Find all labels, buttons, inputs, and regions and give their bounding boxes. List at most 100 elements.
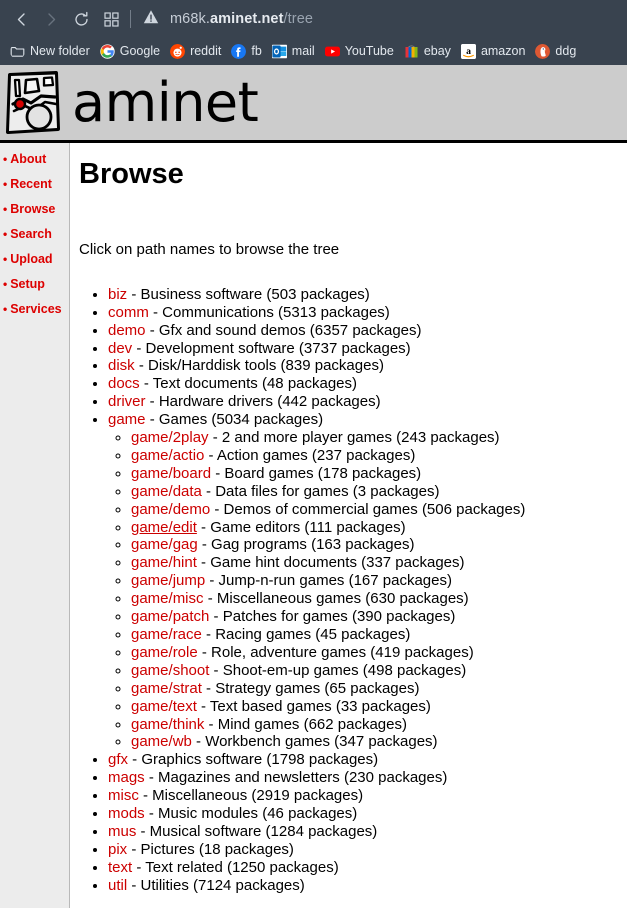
- tree-item: game/patch - Patches for games (390 pack…: [131, 608, 627, 626]
- bullet-icon: •: [3, 202, 8, 216]
- main-content: Browse Click on path names to browse the…: [70, 143, 627, 915]
- sidebar-item-browse[interactable]: • Browse: [3, 203, 69, 216]
- category-link-gfx[interactable]: gfx: [108, 751, 128, 768]
- category-link-pix[interactable]: pix: [108, 841, 127, 858]
- page-title: Browse: [79, 158, 184, 190]
- category-link-game-shoot[interactable]: game/shoot: [131, 662, 209, 679]
- category-description: - Gag programs (163 packages): [197, 536, 415, 554]
- site-logo-text[interactable]: aminet: [72, 75, 259, 130]
- tree-item: game/edit - Game editors (111 packages): [131, 519, 627, 537]
- category-link-game-strat[interactable]: game/strat: [131, 680, 202, 697]
- aminet-map-logo-icon[interactable]: [4, 70, 62, 135]
- category-link-game-misc[interactable]: game/misc: [131, 590, 204, 607]
- bookmark-reddit[interactable]: reddit: [166, 42, 227, 61]
- category-description: - Text based games (33 packages): [196, 697, 431, 715]
- site-security-button[interactable]: [138, 4, 164, 34]
- sidebar-item-search[interactable]: • Search: [3, 228, 69, 241]
- category-description: - Text related (1250 packages): [132, 858, 339, 876]
- category-link-mods[interactable]: mods: [108, 805, 145, 822]
- bullet-icon: •: [3, 152, 8, 166]
- category-link-game-actio[interactable]: game/actio: [131, 447, 204, 464]
- sidebar-item-about[interactable]: • About: [3, 153, 69, 166]
- category-link-game-data[interactable]: game/data: [131, 483, 202, 500]
- bookmark-ddg[interactable]: ddg: [531, 42, 582, 61]
- bookmark-label: Google: [119, 44, 161, 58]
- category-link-demo[interactable]: demo: [108, 322, 146, 339]
- category-link-docs[interactable]: docs: [108, 375, 140, 392]
- tree-item: game/actio - Action games (237 packages): [131, 447, 627, 465]
- category-link-game-think[interactable]: game/think: [131, 716, 204, 733]
- bookmark-new-folder[interactable]: New folder: [6, 42, 96, 61]
- sidebar-item-services[interactable]: • Services: [3, 303, 69, 316]
- bookmark-fb[interactable]: fb: [227, 42, 267, 61]
- category-link-mags[interactable]: mags: [108, 769, 145, 786]
- browser-chrome: m68k.aminet.net/tree New folder Google r…: [0, 0, 627, 65]
- forward-arrow-icon: [43, 11, 60, 28]
- category-description: - Development software (3737 packages): [132, 339, 411, 357]
- sidebar-item-recent[interactable]: • Recent: [3, 178, 69, 191]
- tree-item: game/strat - Strategy games (65 packages…: [131, 680, 627, 698]
- category-link-comm[interactable]: comm: [108, 304, 149, 321]
- address-bar[interactable]: m68k.aminet.net/tree: [164, 11, 313, 27]
- sidebar-item-label: About: [10, 152, 47, 166]
- category-link-text[interactable]: text: [108, 859, 132, 876]
- reload-button[interactable]: [66, 4, 96, 34]
- tree-item: docs - Text documents (48 packages): [108, 375, 627, 393]
- bullet-icon: •: [3, 252, 8, 266]
- category-link-game-board[interactable]: game/board: [131, 465, 211, 482]
- category-link-disk[interactable]: disk: [108, 357, 135, 374]
- category-description: - Jump-n-run games (167 packages): [205, 572, 452, 590]
- tree-item: game/gag - Gag programs (163 packages): [131, 536, 627, 554]
- bullet-icon: •: [3, 227, 8, 241]
- apps-grid-button[interactable]: [96, 4, 126, 34]
- url-host: aminet.net: [210, 11, 284, 27]
- category-description: - Workbench games (347 packages): [191, 733, 438, 751]
- bookmark-ebay[interactable]: ebay: [400, 42, 457, 61]
- category-description: - Miscellaneous (2919 packages): [138, 787, 364, 805]
- sidebar-item-label: Browse: [10, 202, 56, 216]
- category-link-dev[interactable]: dev: [108, 340, 132, 357]
- not-secure-warning-icon: [142, 8, 160, 31]
- tree-item: game/shoot - Shoot-em-up games (498 pack…: [131, 662, 627, 680]
- category-link-game[interactable]: game: [108, 411, 146, 428]
- category-link-game-2play[interactable]: game/2play: [131, 429, 209, 446]
- sidebar-item-label: Recent: [10, 177, 52, 191]
- tree-item: game/hint - Game hint documents (337 pac…: [131, 554, 627, 572]
- category-link-game-jump[interactable]: game/jump: [131, 572, 205, 589]
- category-link-mus[interactable]: mus: [108, 823, 136, 840]
- category-description: - Role, adventure games (419 packages): [197, 643, 474, 661]
- category-description: - Magazines and newsletters (230 package…: [144, 769, 448, 787]
- category-link-util[interactable]: util: [108, 877, 127, 894]
- bookmark-amazon[interactable]: a amazon: [457, 42, 531, 61]
- bullet-icon: •: [3, 302, 8, 316]
- ebay-icon: [404, 44, 419, 59]
- category-link-game-race[interactable]: game/race: [131, 626, 202, 643]
- bookmark-mail[interactable]: mail: [268, 42, 321, 61]
- category-link-driver[interactable]: driver: [108, 393, 146, 410]
- category-link-game-wb[interactable]: game/wb: [131, 733, 192, 750]
- google-icon: [100, 44, 115, 59]
- category-link-game-edit[interactable]: game/edit: [131, 519, 197, 536]
- sidebar-item-upload[interactable]: • Upload: [3, 253, 69, 266]
- category-description: - Text documents (48 packages): [139, 375, 358, 393]
- amazon-icon: a: [460, 44, 476, 59]
- category-link-game-hint[interactable]: game/hint: [131, 554, 197, 571]
- category-link-biz[interactable]: biz: [108, 286, 127, 303]
- facebook-icon: [231, 44, 247, 59]
- category-link-game-demo[interactable]: game/demo: [131, 501, 210, 518]
- category-description: - Miscellaneous games (630 packages): [203, 590, 469, 608]
- category-link-game-gag[interactable]: game/gag: [131, 536, 198, 553]
- back-button[interactable]: [6, 4, 36, 34]
- sidebar-item-setup[interactable]: • Setup: [3, 278, 69, 291]
- category-description: - Patches for games (390 packages): [209, 608, 456, 626]
- bookmark-youtube[interactable]: YouTube: [321, 42, 400, 61]
- category-link-game-text[interactable]: game/text: [131, 698, 197, 715]
- category-link-game-patch[interactable]: game/patch: [131, 608, 209, 625]
- category-link-misc[interactable]: misc: [108, 787, 139, 804]
- category-link-game-role[interactable]: game/role: [131, 644, 198, 661]
- forward-button[interactable]: [36, 4, 66, 34]
- bookmark-google[interactable]: Google: [96, 42, 166, 61]
- tree-item: dev - Development software (3737 package…: [108, 340, 627, 358]
- tree-item: game/race - Racing games (45 packages): [131, 626, 627, 644]
- url-prefix: m68k.: [170, 11, 210, 27]
